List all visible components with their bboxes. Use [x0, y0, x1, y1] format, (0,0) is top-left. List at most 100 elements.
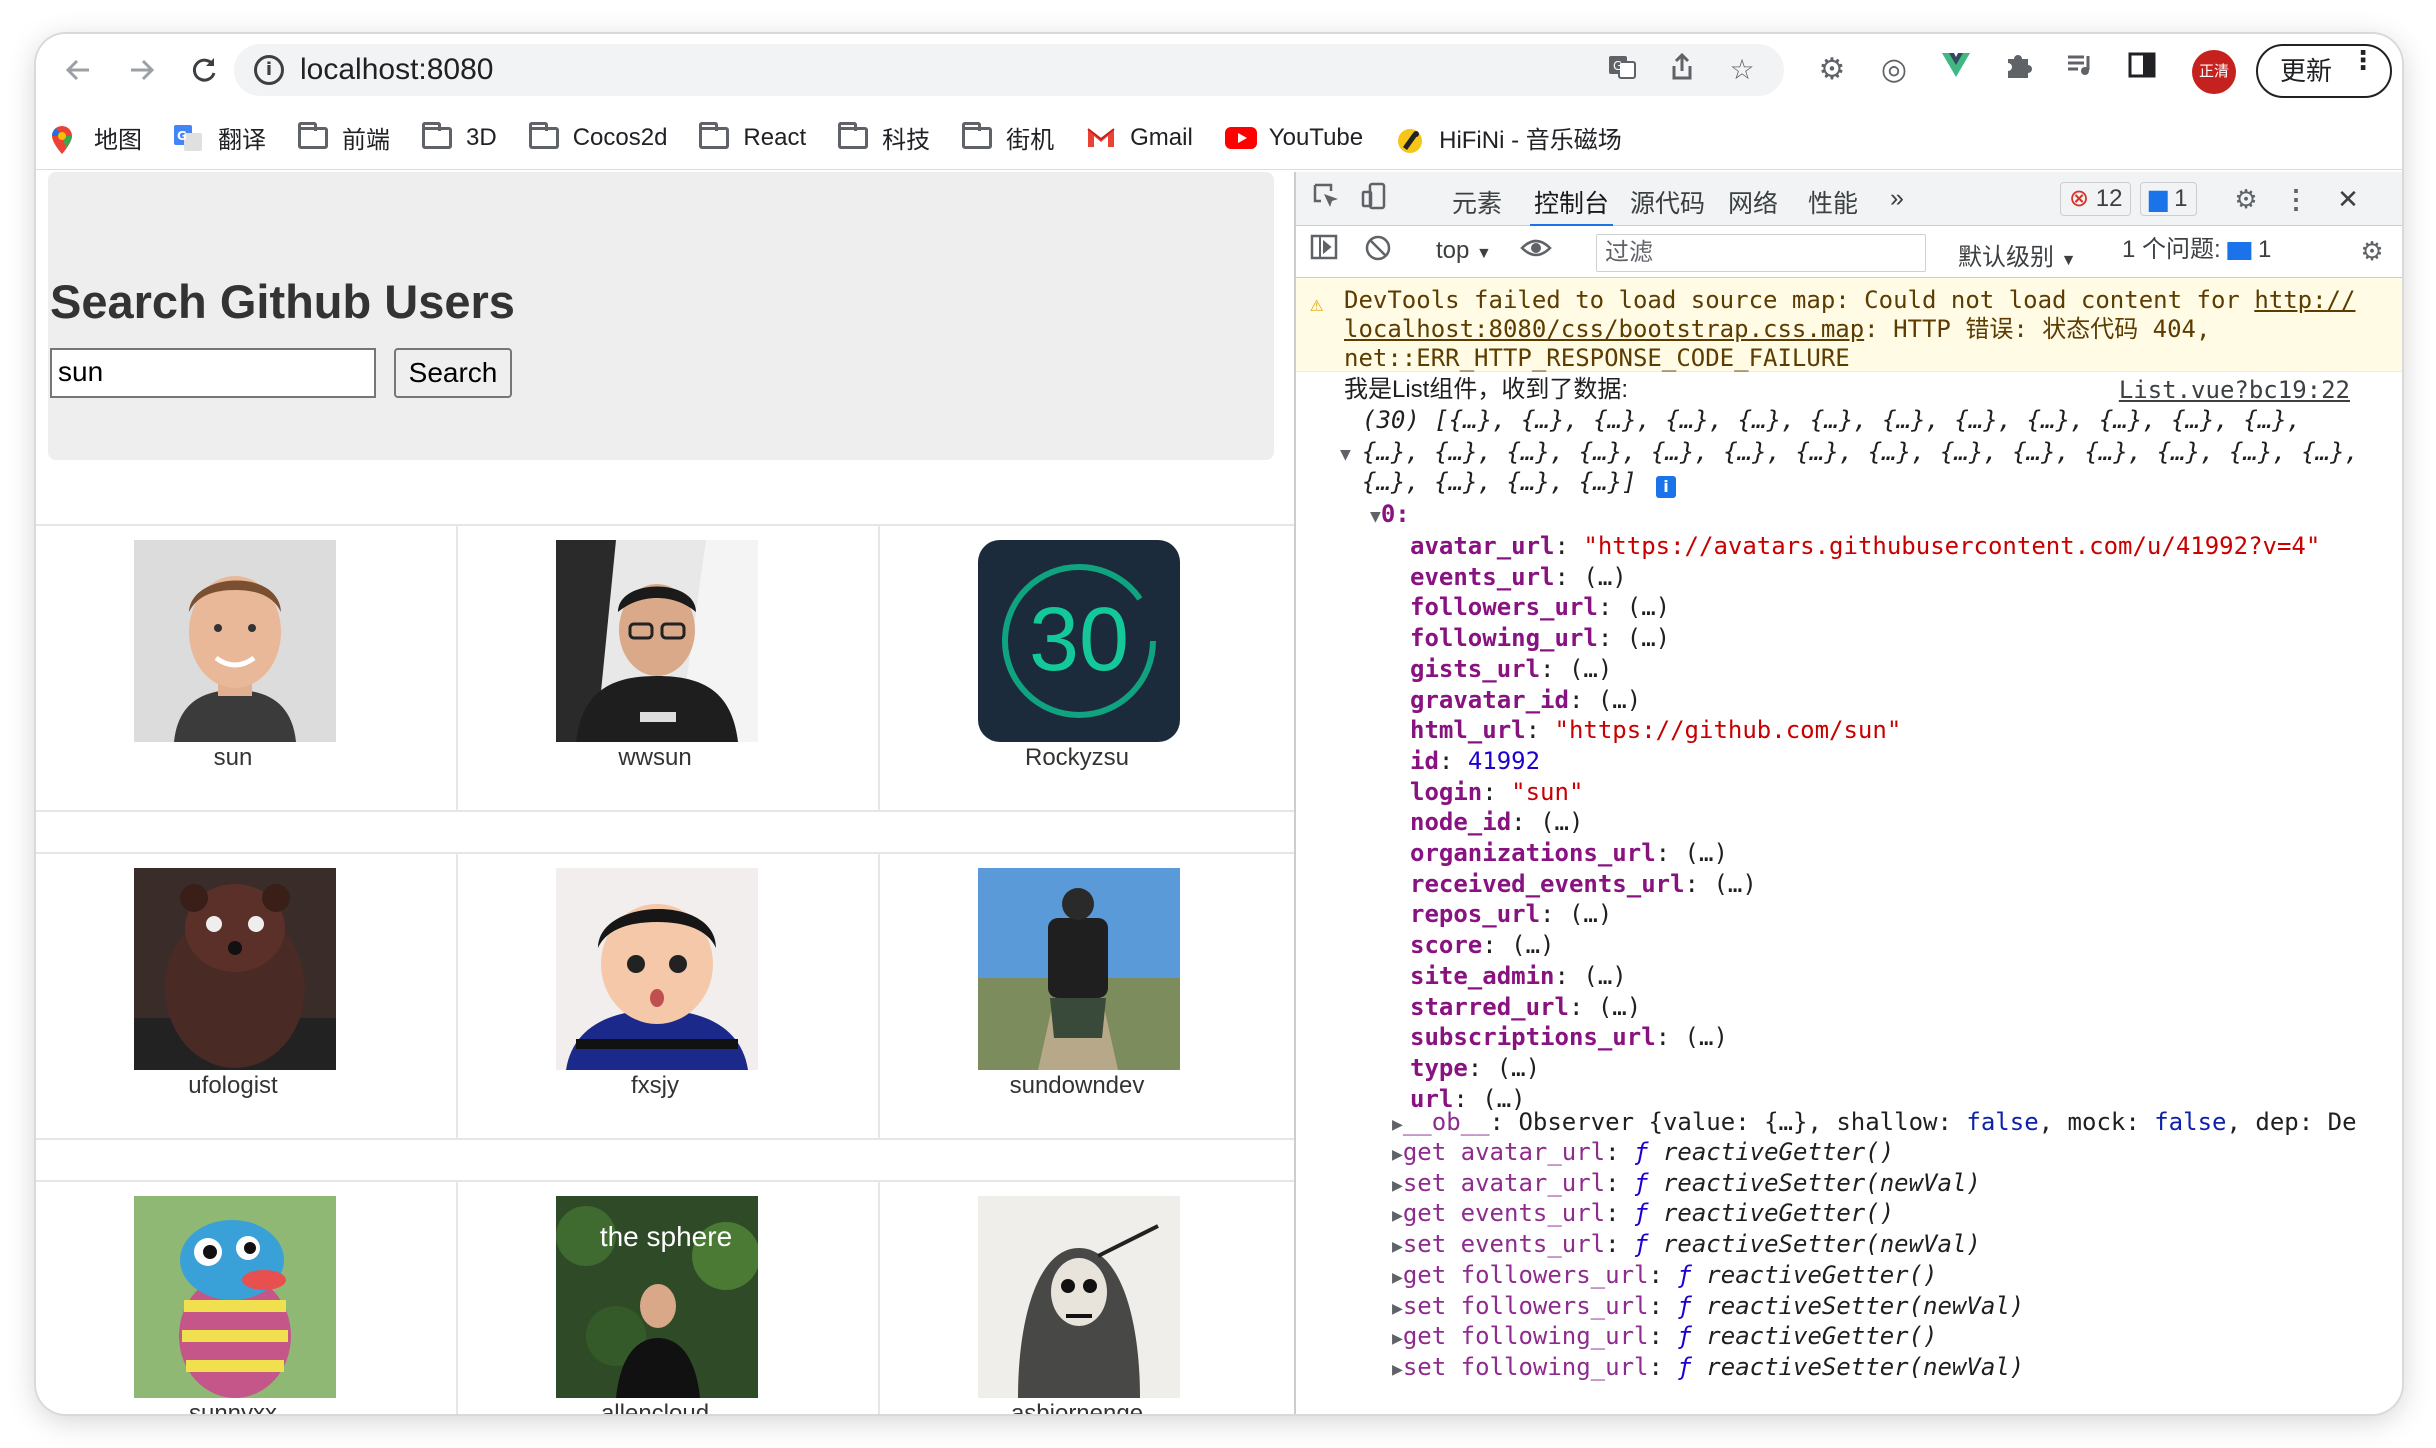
bookmark-youtube[interactable]: YouTube: [1224, 124, 1363, 152]
index-0-row[interactable]: ▼0:: [1370, 498, 1410, 533]
bookmark-folder-react[interactable]: React: [699, 121, 806, 152]
user-login[interactable]: Rockyzsu: [880, 744, 1274, 772]
user-card[interactable]: fxsjy: [458, 854, 880, 1140]
bookmark-hifini[interactable]: HiFiNi - 音乐磁场: [1395, 120, 1622, 155]
address-bar[interactable]: i localhost:8080 G ☆: [234, 44, 1784, 96]
user-card[interactable]: sunnyxx: [36, 1182, 458, 1414]
user-card[interactable]: 30 Rockyzsu: [880, 526, 1294, 812]
tab-network[interactable]: 网络: [1728, 184, 1778, 220]
more-tabs-icon[interactable]: »: [1890, 184, 1904, 213]
bookmark-translate[interactable]: G 翻译: [174, 120, 266, 155]
extensions-puzzle-icon[interactable]: [1998, 50, 2038, 90]
prop-value[interactable]: (…): [1583, 563, 1626, 591]
prop-value[interactable]: (…): [1540, 808, 1583, 836]
user-login[interactable]: sun: [36, 744, 430, 772]
update-button[interactable]: 更新 ⋮: [2256, 44, 2392, 98]
bookmark-folder-arcade[interactable]: 街机: [962, 120, 1054, 155]
object-property-row[interactable]: events_url: (…): [1410, 561, 1627, 593]
user-card[interactable]: ufologist: [36, 854, 458, 1140]
accessor-row[interactable]: ▶set following_url: ƒ reactiveSetter(new…: [1392, 1351, 2024, 1386]
forward-arrow-icon[interactable]: [120, 48, 164, 92]
user-login[interactable]: asbjornenge: [880, 1400, 1274, 1414]
bookmark-star-icon[interactable]: ☆: [1724, 52, 1760, 88]
object-property-row[interactable]: score: (…): [1410, 929, 1555, 961]
object-property-row[interactable]: repos_url: (…): [1410, 898, 1612, 930]
user-card[interactable]: sundowndev: [880, 854, 1294, 1140]
bookmark-folder-cocos2d[interactable]: Cocos2d: [528, 121, 667, 152]
expand-arrow-icon[interactable]: ▶: [1392, 1205, 1403, 1226]
expand-arrow-icon[interactable]: ▶: [1392, 1359, 1403, 1380]
device-toolbar-icon[interactable]: [1356, 182, 1392, 216]
clear-console-icon[interactable]: [1360, 234, 1396, 268]
expand-arrow-icon[interactable]: ▶: [1392, 1298, 1403, 1319]
more-options-icon[interactable]: ⋮: [2278, 182, 2314, 216]
array-preview-line-1[interactable]: (30) [{…}, {…}, {…}, {…}, {…}, {…}, {…},…: [1362, 404, 2301, 436]
user-login[interactable]: ufologist: [36, 1072, 430, 1100]
reload-icon[interactable]: [182, 48, 226, 92]
user-avatar[interactable]: [134, 868, 336, 1070]
user-card[interactable]: sun: [36, 526, 458, 812]
user-card[interactable]: asbjornenge: [880, 1182, 1294, 1414]
expand-arrow-icon[interactable]: ▶: [1392, 1144, 1403, 1165]
object-property-row[interactable]: gists_url: (…): [1410, 653, 1612, 685]
expand-arrow-icon[interactable]: ▶: [1392, 1236, 1403, 1257]
object-property-row[interactable]: type: (…): [1410, 1052, 1540, 1084]
user-login[interactable]: sundowndev: [880, 1072, 1274, 1100]
translate-page-icon[interactable]: G: [1604, 52, 1640, 88]
back-arrow-icon[interactable]: [56, 48, 100, 92]
extension-gray-icon[interactable]: ⚙: [1812, 50, 1852, 90]
object-property-row[interactable]: following_url: (…): [1410, 622, 1670, 654]
info-icon[interactable]: i: [1656, 468, 1676, 500]
url-text[interactable]: localhost:8080: [300, 53, 493, 87]
user-avatar[interactable]: 30: [978, 540, 1180, 742]
array-preview-line-3[interactable]: {…}, {…}, {…}, {…}]: [1362, 466, 1637, 498]
log-source-link[interactable]: List.vue?bc19:22: [2119, 374, 2350, 406]
tab-sources[interactable]: 源代码: [1630, 184, 1705, 220]
warning-link[interactable]: http://: [2254, 286, 2355, 314]
live-expression-eye-icon[interactable]: [1518, 234, 1554, 268]
console-filter-input[interactable]: 过滤: [1596, 234, 1926, 272]
bookmark-folder-3d[interactable]: 3D: [422, 121, 497, 152]
prop-value[interactable]: (…): [1511, 931, 1554, 959]
extension-circle-icon[interactable]: ◎: [1874, 50, 1914, 90]
issues-button[interactable]: 1 个问题: ▆ 1: [2114, 234, 2279, 268]
prop-value[interactable]: (…): [1598, 993, 1641, 1021]
object-property-row[interactable]: subscriptions_url: (…): [1410, 1021, 1728, 1053]
vue-devtools-icon[interactable]: [1936, 50, 1976, 90]
search-input[interactable]: sun: [50, 348, 376, 398]
object-property-row[interactable]: node_id: (…): [1410, 806, 1583, 838]
user-login[interactable]: sunnyxx: [36, 1400, 430, 1414]
prop-value[interactable]: (…): [1713, 870, 1756, 898]
user-avatar[interactable]: [134, 1196, 336, 1398]
object-property-row[interactable]: starred_url: (…): [1410, 991, 1641, 1023]
prop-value[interactable]: (…): [1627, 593, 1670, 621]
expand-arrow-icon[interactable]: ▶: [1392, 1267, 1403, 1288]
array-preview-line-2[interactable]: {…}, {…}, {…}, {…}, {…}, {…}, {…}, {…}, …: [1362, 436, 2359, 468]
bookmark-folder-frontend[interactable]: 前端: [298, 120, 390, 155]
object-property-row[interactable]: site_admin: (…): [1410, 960, 1627, 992]
bookmark-gmail[interactable]: Gmail: [1086, 124, 1193, 152]
prop-value[interactable]: (…): [1569, 900, 1612, 928]
message-count-badge[interactable]: ▆ 1: [2140, 182, 2197, 216]
bookmark-folder-tech[interactable]: 科技: [838, 120, 930, 155]
warning-link[interactable]: localhost:8080/css/bootstrap.css.map: [1344, 315, 1864, 343]
profile-avatar[interactable]: 正清: [2192, 50, 2236, 94]
site-info-icon[interactable]: i: [254, 55, 284, 85]
object-property-row[interactable]: html_url: "https://github.com/sun": [1410, 714, 1901, 746]
error-count-badge[interactable]: ⊗ 12: [2060, 182, 2132, 216]
user-login[interactable]: wwsun: [458, 744, 852, 772]
object-property-row[interactable]: organizations_url: (…): [1410, 837, 1728, 869]
bookmark-maps[interactable]: 地图: [50, 120, 142, 155]
user-avatar[interactable]: [556, 540, 758, 742]
prop-value[interactable]: (…): [1598, 686, 1641, 714]
object-property-row[interactable]: followers_url: (…): [1410, 591, 1670, 623]
user-avatar[interactable]: the sphere: [556, 1196, 758, 1398]
tab-performance[interactable]: 性能: [1808, 184, 1858, 220]
log-level-selector[interactable]: 默认级别 ▼: [1958, 237, 2077, 272]
user-login[interactable]: allencloud: [458, 1400, 852, 1414]
close-devtools-icon[interactable]: ✕: [2330, 182, 2366, 216]
object-property-row[interactable]: gravatar_id: (…): [1410, 684, 1641, 716]
prop-value[interactable]: (…): [1685, 839, 1728, 867]
object-property-row[interactable]: id: 41992: [1410, 745, 1540, 777]
side-panel-icon[interactable]: [2122, 50, 2162, 90]
